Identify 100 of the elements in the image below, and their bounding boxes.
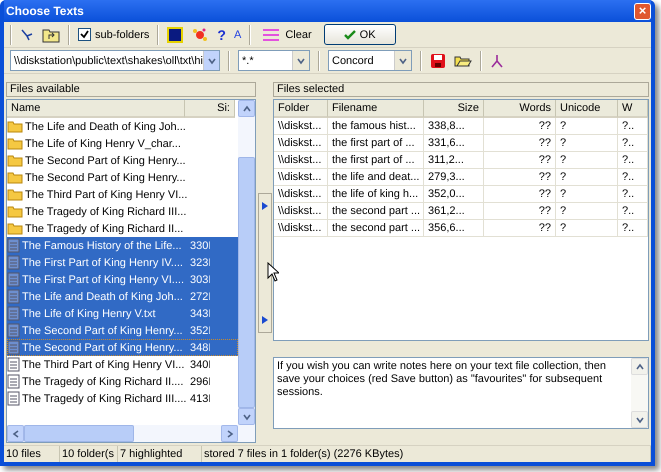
column-header[interactable]: W xyxy=(618,100,648,118)
file-list-item[interactable]: The Tragedy of King Richard III.... 413I xyxy=(7,390,238,407)
table-cell: 311,2... xyxy=(424,152,484,169)
window-title: Choose Texts xyxy=(6,4,84,18)
table-cell: 331,6... xyxy=(424,135,484,152)
table-cell: 338,8... xyxy=(424,118,484,135)
table-cell: ? xyxy=(556,169,618,186)
vertical-scrollbar[interactable] xyxy=(238,100,256,425)
help-button[interactable]: ? xyxy=(217,26,226,42)
column-header[interactable]: Filename xyxy=(328,100,424,118)
table-cell: the life of king h... xyxy=(328,186,424,203)
file-list-item[interactable]: The First Part of King Henry VI.... 303I xyxy=(7,271,238,288)
file-list-item[interactable]: The Famous History of the Life... 330I xyxy=(7,237,238,254)
scroll-up-icon[interactable] xyxy=(242,104,251,112)
scroll-down-icon[interactable] xyxy=(242,412,251,420)
scroll-up-icon[interactable] xyxy=(636,362,644,370)
file-list-item[interactable]: The Life of King Henry V.txt 343I xyxy=(7,305,238,322)
file-list-item[interactable]: The First Part of King Henry IV.... 323I xyxy=(7,254,238,271)
text-file-icon xyxy=(7,272,20,287)
color-square-icon[interactable] xyxy=(167,26,184,42)
ok-button[interactable]: OK xyxy=(324,24,396,45)
subfolders-label: sub-folders xyxy=(95,28,150,40)
notes-field[interactable]: If you wish you can write notes here on your text file collection, then save your choices (red Save button) as "favourites" for subsequent sessions. xyxy=(273,357,649,429)
file-list-item[interactable]: The Second Part of King Henry... 352I xyxy=(7,322,238,339)
table-cell: the second part ... xyxy=(328,220,424,237)
close-button[interactable]: × xyxy=(634,2,651,20)
table-cell: ?.. xyxy=(618,186,648,203)
splitter-bar[interactable] xyxy=(258,192,272,332)
scroll-left-icon[interactable] xyxy=(12,430,20,438)
column-header[interactable]: Si: xyxy=(185,100,235,118)
table-cell: ?.. xyxy=(618,220,648,237)
scroll-right-icon[interactable] xyxy=(226,430,234,438)
column-header[interactable]: Size xyxy=(424,100,484,118)
table-cell: ?.. xyxy=(618,203,648,220)
file-list-item[interactable]: The Second Part of King Henry... xyxy=(7,169,238,186)
table-cell: the second part ... xyxy=(328,203,424,220)
table-cell: ?? xyxy=(484,186,556,203)
table-cell: ? xyxy=(556,135,618,152)
table-cell: ?.. xyxy=(618,152,648,169)
file-list-item[interactable]: The Life of King Henry V_char... xyxy=(7,135,238,152)
file-list-item[interactable]: The Tragedy of King Richard III... xyxy=(7,203,238,220)
tree-icon[interactable] xyxy=(20,28,34,42)
scroll-down-icon[interactable] xyxy=(208,56,216,64)
font-button[interactable]: A xyxy=(234,28,242,40)
table-cell: ?? xyxy=(484,152,556,169)
status-text: 10 folder(s xyxy=(60,446,118,462)
table-cell: ? xyxy=(556,186,618,203)
table-cell: the life and deat... xyxy=(328,169,424,186)
save-icon[interactable] xyxy=(430,52,446,68)
horizontal-scrollbar[interactable] xyxy=(7,425,256,442)
filter-dropdown[interactable]: *.* xyxy=(238,50,310,71)
folder-icon xyxy=(7,188,23,201)
lambda-icon[interactable] xyxy=(490,54,504,68)
table-cell: ?? xyxy=(484,135,556,152)
table-cell: \\diskst... xyxy=(274,220,328,237)
table-cell: ? xyxy=(556,220,618,237)
table-cell: ?? xyxy=(484,118,556,135)
table-cell: 361,2... xyxy=(424,203,484,220)
panel-title: Files available xyxy=(6,82,256,97)
table-cell: ?? xyxy=(484,203,556,220)
table-cell: ? xyxy=(556,118,618,135)
column-header[interactable]: Folder xyxy=(274,100,328,118)
table-cell: ?.. xyxy=(618,135,648,152)
path-dropdown[interactable]: \\diskstation\public\text\shakes\oll\txt\hi xyxy=(10,50,220,71)
table-cell: \\diskst... xyxy=(274,203,328,220)
open-folder-icon[interactable] xyxy=(454,54,472,68)
file-list-item[interactable]: The Second Part of King Henry... 348I xyxy=(7,339,238,356)
subfolders-checkbox[interactable] xyxy=(78,28,91,41)
table-cell: the famous hist... xyxy=(328,118,424,135)
file-list-item[interactable]: The Second Part of King Henry... xyxy=(7,152,238,169)
table-cell: \\diskst... xyxy=(274,152,328,169)
table-cell: 279,3... xyxy=(424,169,484,186)
column-header[interactable]: Words xyxy=(484,100,556,118)
splash-icon[interactable] xyxy=(191,26,210,42)
folder-icon xyxy=(7,120,23,133)
file-list-item[interactable]: The Tragedy of King Richard II... xyxy=(7,220,238,237)
file-list-item[interactable]: The Life and Death of King Joh... xyxy=(7,118,238,135)
checkmark-icon xyxy=(344,30,356,40)
folder-icon xyxy=(7,137,23,150)
scroll-down-icon[interactable] xyxy=(636,416,644,424)
column-header[interactable]: Name xyxy=(7,100,185,118)
scroll-down-icon[interactable] xyxy=(399,56,407,64)
table-cell: \\diskst... xyxy=(274,118,328,135)
folder-icon xyxy=(7,222,23,235)
lines-icon xyxy=(263,28,280,40)
folder-icon xyxy=(7,205,23,218)
text-file-icon xyxy=(7,289,20,304)
text-file-icon xyxy=(7,238,20,253)
file-list-item[interactable]: The Third Part of King Henry VI... xyxy=(7,186,238,203)
table-cell: 356,6... xyxy=(424,220,484,237)
scroll-down-icon[interactable] xyxy=(297,56,305,64)
file-list-item[interactable]: The Tragedy of King Richard II.... 296I xyxy=(7,373,238,390)
file-list-item[interactable]: The Life and Death of King Joh... 272I xyxy=(7,288,238,305)
mode-dropdown[interactable]: Concord xyxy=(328,50,412,71)
folder-up-icon[interactable] xyxy=(42,26,60,42)
text-file-icon xyxy=(7,340,20,355)
clear-button[interactable]: Clear xyxy=(259,24,316,45)
table-cell: ?? xyxy=(484,169,556,186)
column-header[interactable]: Unicode xyxy=(556,100,618,118)
file-list-item[interactable]: The Third Part of King Henry VI... 340I xyxy=(7,356,238,373)
